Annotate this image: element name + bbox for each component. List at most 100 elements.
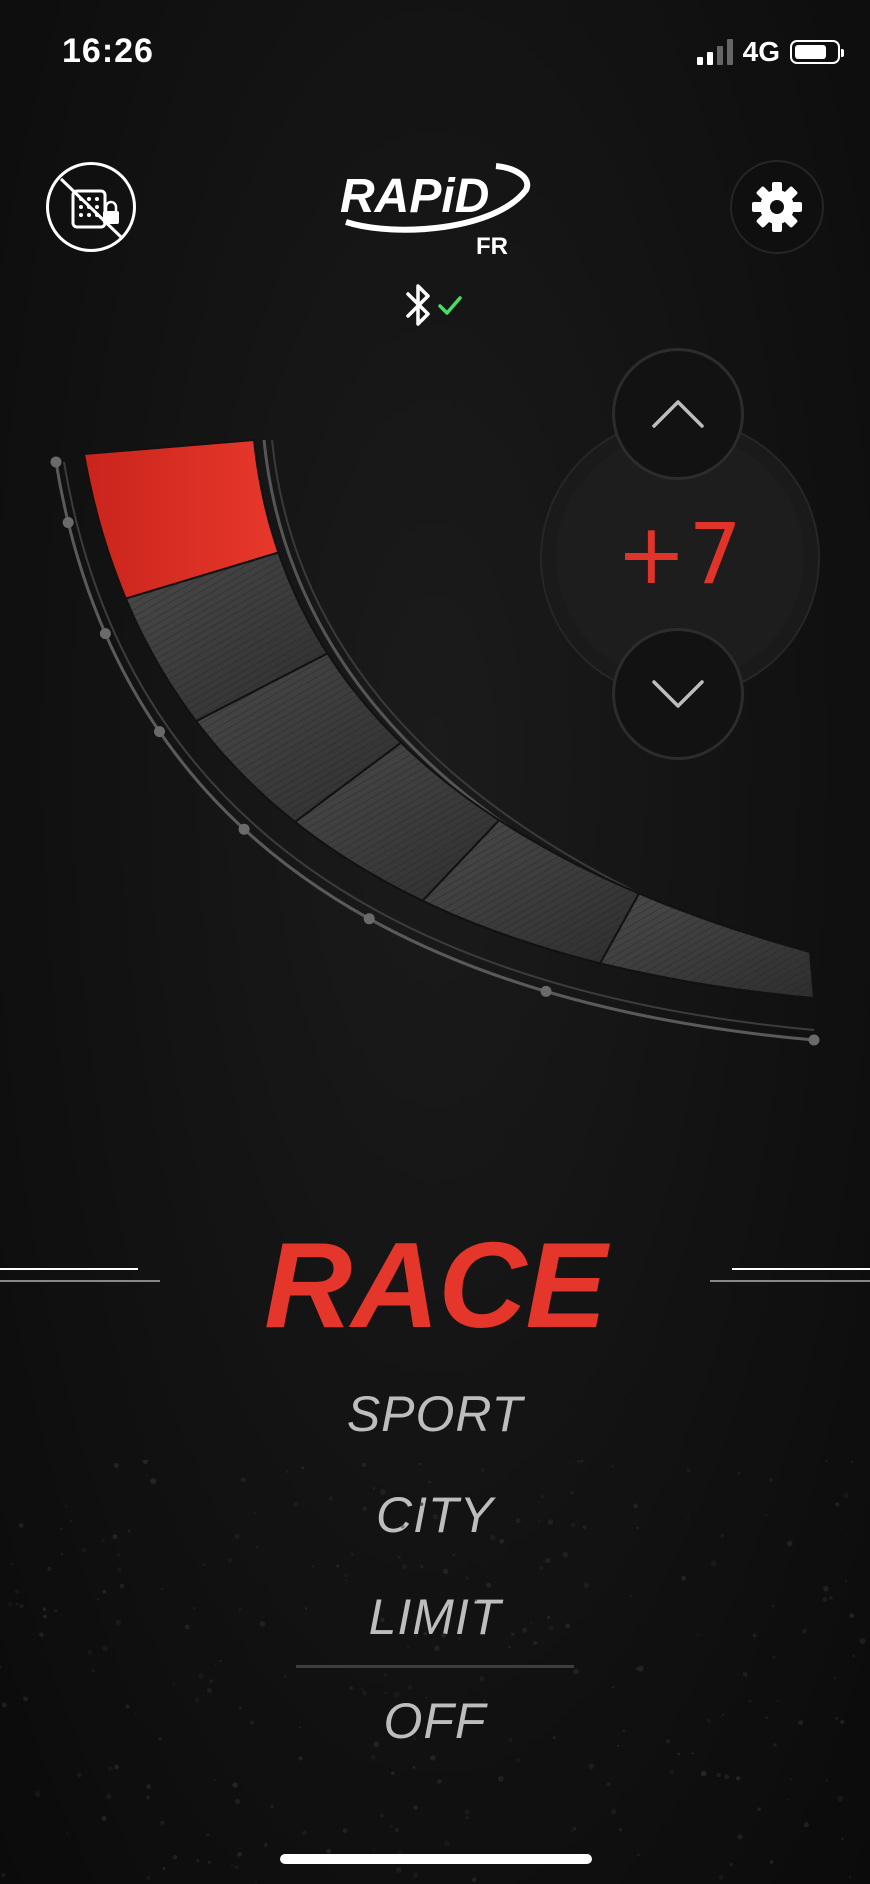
background-dot: [328, 1496, 333, 1501]
background-dot: [391, 1771, 395, 1775]
background-dot: [372, 1849, 376, 1852]
background-dot: [859, 1638, 866, 1644]
background-dot: [458, 1637, 461, 1640]
background-dot: [269, 1804, 274, 1809]
background-dot: [114, 1764, 119, 1770]
background-dot: [773, 1743, 777, 1747]
background-dot: [237, 1852, 242, 1857]
background-dot: [69, 1519, 73, 1523]
background-dot: [545, 1558, 551, 1563]
background-dot: [384, 1692, 387, 1694]
background-dot: [263, 1842, 268, 1848]
background-dot: [529, 1621, 532, 1625]
background-dot: [666, 1739, 670, 1744]
background-dot: [239, 1706, 242, 1710]
background-dot: [710, 1560, 717, 1567]
background-dot: [158, 1737, 162, 1741]
background-dot: [515, 1758, 521, 1763]
background-dot: [134, 1712, 137, 1715]
background-dot: [418, 1462, 421, 1466]
background-dot: [160, 1820, 165, 1825]
background-dot: [1, 1872, 6, 1878]
background-dot: [184, 1624, 190, 1630]
background-dot: [240, 1477, 246, 1483]
background-dot: [833, 1677, 836, 1680]
background-dot: [508, 1645, 511, 1649]
background-dot: [701, 1770, 707, 1777]
background-dot: [146, 1784, 152, 1789]
background-dot: [771, 1604, 775, 1608]
tuning-level-value: +7: [616, 505, 744, 603]
background-dot: [76, 1772, 82, 1778]
background-dot: [101, 1815, 107, 1821]
gauge-tick-dot: [62, 517, 74, 528]
mode-race[interactable]: RACE: [200, 1215, 670, 1355]
background-dot: [65, 1832, 69, 1835]
race-left-line-top: [0, 1268, 138, 1270]
background-dot: [401, 1564, 408, 1570]
background-dot: [232, 1782, 238, 1788]
background-dot: [380, 1617, 385, 1622]
background-dot: [250, 1720, 255, 1725]
background-dot: [848, 1875, 852, 1879]
background-dot: [91, 1668, 95, 1673]
background-dot: [1, 1702, 7, 1708]
background-dot: [464, 1809, 470, 1815]
background-dot: [413, 1805, 418, 1810]
gauge-tick-dot: [808, 1034, 820, 1046]
background-dot: [39, 1632, 44, 1638]
increase-level-button[interactable]: [612, 348, 744, 480]
background-dot: [113, 1462, 119, 1468]
background-dot: [691, 1752, 694, 1755]
pedal-lock-button[interactable]: [46, 162, 136, 252]
background-dot: [677, 1752, 681, 1756]
background-dot: [499, 1538, 505, 1544]
background-dot: [437, 1779, 442, 1784]
background-dot: [394, 1827, 400, 1833]
background-dot: [508, 1738, 513, 1743]
background-dot: [127, 1529, 131, 1533]
background-dot: [474, 1598, 478, 1602]
background-dot: [769, 1860, 774, 1864]
background-dot: [776, 1699, 780, 1703]
background-dot: [198, 1673, 205, 1679]
background-dot: [633, 1503, 639, 1509]
background-dot: [301, 1466, 305, 1470]
background-dot: [102, 1645, 108, 1652]
gauge-tick-dot: [154, 726, 165, 738]
status-time: 16:26: [62, 32, 154, 70]
background-dot: [396, 1867, 402, 1873]
settings-button[interactable]: [730, 160, 824, 254]
background-dot: [299, 1726, 302, 1729]
background-dot: [573, 1668, 579, 1675]
background-dot: [384, 1673, 387, 1676]
background-dot: [825, 1779, 828, 1782]
mode-sport[interactable]: SPORT: [250, 1385, 620, 1443]
background-dot: [738, 1472, 741, 1475]
background-dot: [205, 1833, 210, 1837]
background-dot: [801, 1628, 808, 1634]
background-dot: [42, 1607, 47, 1611]
background-dot: [413, 1872, 419, 1878]
background-dot: [583, 1582, 590, 1588]
background-dot: [548, 1625, 554, 1631]
pedal-lock-disabled-icon: [59, 177, 123, 239]
background-dot: [736, 1776, 741, 1781]
home-indicator[interactable]: [280, 1854, 592, 1864]
background-dot: [611, 1686, 615, 1689]
background-dot: [570, 1522, 576, 1528]
decrease-level-button[interactable]: [612, 628, 744, 760]
background-dot: [765, 1513, 768, 1516]
background-dot: [430, 1755, 436, 1761]
background-dot: [172, 1855, 178, 1860]
background-dot: [686, 1516, 690, 1520]
background-dot: [617, 1744, 620, 1747]
background-dot: [706, 1718, 711, 1723]
background-dot: [394, 1691, 400, 1698]
background-dot: [716, 1773, 721, 1778]
background-dot: [312, 1564, 315, 1568]
background-dot: [234, 1865, 239, 1870]
background-dot: [14, 1589, 19, 1594]
background-dot: [406, 1645, 411, 1649]
background-dot: [172, 1682, 176, 1686]
